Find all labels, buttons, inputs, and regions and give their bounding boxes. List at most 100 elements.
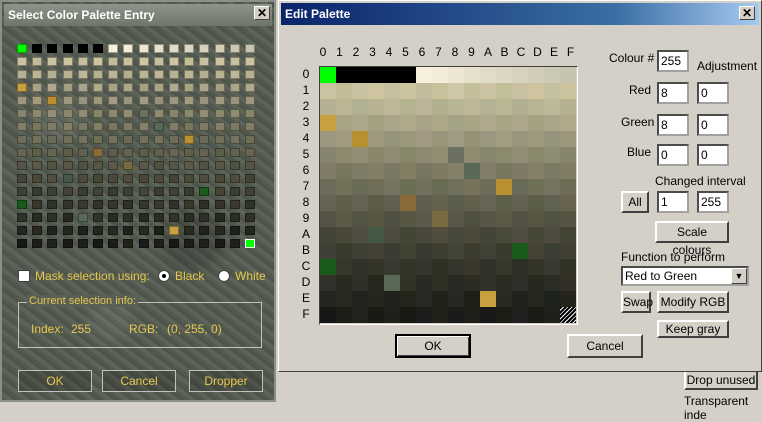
palette-swatch[interactable] [93, 135, 103, 144]
palette-cell[interactable] [544, 99, 560, 115]
palette-swatch[interactable] [47, 148, 58, 157]
palette-cell[interactable] [368, 307, 384, 323]
palette-cell[interactable] [512, 131, 528, 147]
palette-swatch[interactable] [184, 83, 195, 92]
palette-swatch[interactable] [214, 187, 225, 196]
palette-swatch[interactable] [169, 213, 179, 222]
palette-cell[interactable] [400, 147, 416, 163]
palette-swatch[interactable] [199, 44, 210, 53]
ok-button[interactable]: OK [395, 334, 471, 358]
palette-cell[interactable] [528, 115, 544, 131]
green-field[interactable]: 8 [657, 114, 689, 136]
palette-swatch[interactable] [123, 57, 134, 66]
palette-cell[interactable] [448, 291, 464, 307]
palette-swatch[interactable] [169, 44, 179, 53]
palette-cell[interactable] [384, 115, 400, 131]
palette-cell[interactable] [320, 147, 336, 163]
palette-cell[interactable] [432, 83, 448, 99]
palette-cell[interactable] [400, 163, 416, 179]
palette-swatch[interactable] [229, 200, 240, 209]
palette-cell[interactable] [416, 243, 432, 259]
palette-cell[interactable] [432, 227, 448, 243]
palette-swatch[interactable] [123, 135, 134, 144]
palette-cell[interactable] [336, 67, 352, 83]
palette-swatch[interactable] [138, 213, 149, 222]
palette-swatch[interactable] [245, 122, 255, 131]
palette-swatch[interactable] [184, 213, 195, 222]
palette-swatch[interactable] [77, 213, 88, 222]
palette-cell[interactable] [448, 67, 464, 83]
palette-swatch[interactable] [245, 57, 255, 66]
palette-swatch[interactable] [77, 57, 88, 66]
palette-swatch[interactable] [93, 226, 103, 235]
palette-swatch[interactable] [123, 226, 134, 235]
palette-cell[interactable] [432, 211, 448, 227]
palette-swatch[interactable] [229, 96, 240, 105]
palette-swatch[interactable] [32, 83, 43, 92]
palette-cell[interactable] [416, 99, 432, 115]
palette-cell[interactable] [416, 291, 432, 307]
palette-cell[interactable] [528, 259, 544, 275]
palette-swatch[interactable] [32, 122, 43, 131]
palette-swatch[interactable] [62, 239, 73, 248]
palette-swatch[interactable] [245, 226, 255, 235]
palette-cell[interactable] [352, 163, 368, 179]
palette-swatch[interactable] [199, 226, 210, 235]
palette-swatch[interactable] [199, 213, 210, 222]
palette-cell[interactable] [400, 243, 416, 259]
edit-palette-titlebar[interactable]: Edit Palette [281, 3, 759, 25]
palette-cell[interactable] [416, 67, 432, 83]
palette-cell[interactable] [432, 195, 448, 211]
palette-cell[interactable] [336, 147, 352, 163]
palette-swatch[interactable] [229, 213, 240, 222]
palette-swatch[interactable] [62, 174, 73, 183]
palette-swatch[interactable] [245, 187, 255, 196]
palette-cell[interactable] [432, 307, 448, 323]
palette-swatch[interactable] [108, 226, 119, 235]
palette-cell[interactable] [544, 179, 560, 195]
palette-cell[interactable] [336, 195, 352, 211]
palette-cell[interactable] [416, 131, 432, 147]
palette-swatch[interactable] [245, 70, 255, 79]
palette-swatch[interactable] [229, 135, 240, 144]
palette-swatch[interactable] [229, 122, 240, 131]
palette-cell[interactable] [352, 275, 368, 291]
palette-swatch[interactable] [214, 44, 225, 53]
palette-swatch[interactable] [153, 174, 164, 183]
palette-cell[interactable] [384, 99, 400, 115]
palette-cell[interactable] [320, 307, 336, 323]
palette-swatch[interactable] [123, 200, 134, 209]
palette-cell[interactable] [400, 275, 416, 291]
palette-swatch[interactable] [214, 70, 225, 79]
palette-cell[interactable] [560, 67, 576, 83]
palette-cell[interactable] [352, 67, 368, 83]
palette-swatch[interactable] [199, 83, 210, 92]
palette-cell[interactable] [336, 275, 352, 291]
drop-unused-button[interactable]: Drop unused [684, 370, 758, 390]
palette-cell[interactable] [368, 163, 384, 179]
palette-cell[interactable] [432, 131, 448, 147]
palette-cell[interactable] [400, 307, 416, 323]
palette-cell[interactable] [320, 291, 336, 307]
palette-swatch[interactable] [62, 70, 73, 79]
palette-cell[interactable] [528, 67, 544, 83]
palette-cell[interactable] [528, 291, 544, 307]
palette-cell[interactable] [512, 195, 528, 211]
palette-cell[interactable] [560, 147, 576, 163]
palette-swatch[interactable] [199, 239, 210, 248]
palette-cell[interactable] [560, 211, 576, 227]
green-adjust-field[interactable]: 0 [697, 114, 729, 136]
palette-swatch[interactable] [32, 57, 43, 66]
palette-cell[interactable] [560, 227, 576, 243]
palette-swatch[interactable] [153, 226, 164, 235]
palette-swatch[interactable] [245, 161, 255, 170]
palette-cell[interactable] [528, 227, 544, 243]
palette-swatch[interactable] [169, 57, 179, 66]
palette-cell[interactable] [400, 83, 416, 99]
palette-cell[interactable] [464, 99, 480, 115]
palette-cell[interactable] [496, 243, 512, 259]
palette-cell[interactable] [528, 211, 544, 227]
palette-swatch[interactable] [169, 239, 179, 248]
palette-cell[interactable] [560, 291, 576, 307]
palette-swatch[interactable] [138, 226, 149, 235]
